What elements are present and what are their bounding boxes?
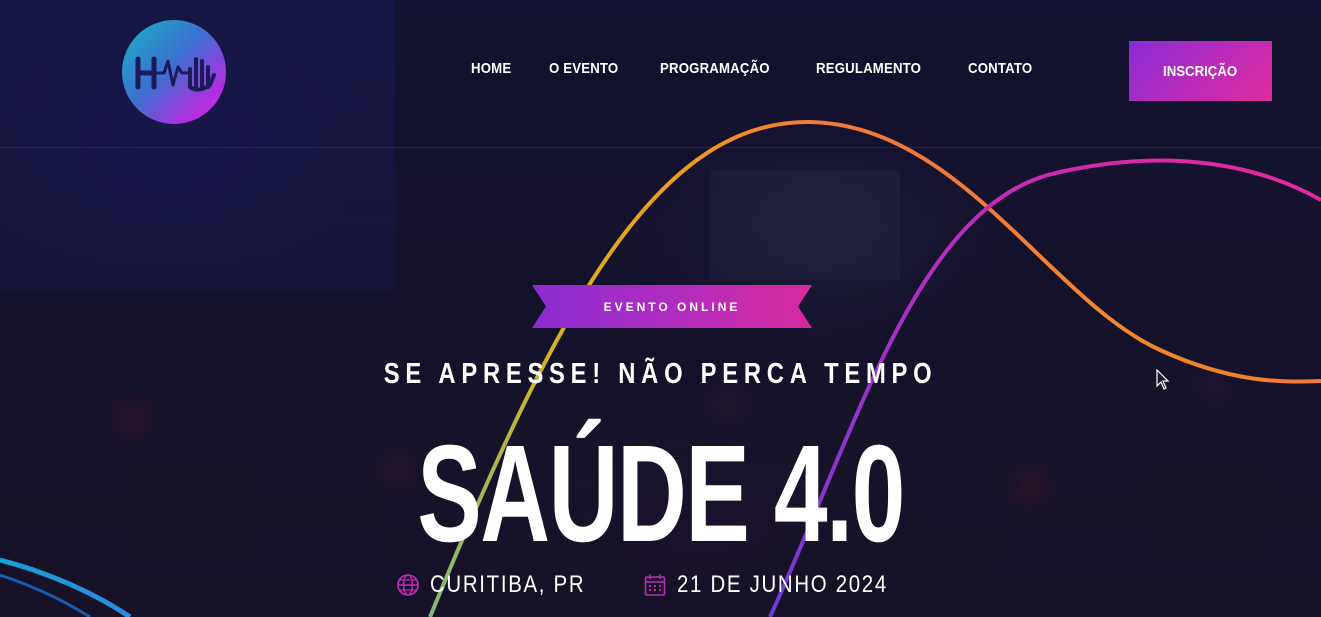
nav-o-evento-link[interactable]: O EVENTO	[549, 60, 618, 77]
hero-subtitle-text: SE APRESSE! NÃO PERCA TEMPO	[383, 358, 938, 390]
nav-regulamento-link[interactable]: REGULAMENTO	[816, 60, 921, 77]
event-badge: EVENTO ONLINE	[532, 285, 812, 328]
event-meta: CURITIBA, PR 21 DE JUNHO 2024	[0, 571, 1321, 599]
heartbeat-hand-logo[interactable]	[122, 20, 226, 124]
mouse-cursor-icon	[1156, 369, 1170, 390]
event-date: 21 DE JUNHO 2024	[643, 571, 925, 599]
event-badge-label: EVENTO ONLINE	[603, 299, 741, 314]
calendar-icon	[644, 574, 666, 596]
main-nav: HOME O EVENTO PROGRAMAÇÃO REGULAMENTO CO…	[471, 60, 1041, 77]
event-location: CURITIBA, PR	[396, 571, 613, 599]
nav-home-link[interactable]: HOME	[471, 60, 511, 77]
event-location-text: CURITIBA, PR	[430, 571, 586, 598]
nav-contato-link[interactable]: CONTATO	[968, 60, 1032, 77]
nav-programacao-link[interactable]: PROGRAMAÇÃO	[660, 60, 770, 77]
site-header: HOME O EVENTO PROGRAMAÇÃO REGULAMENTO CO…	[0, 0, 1321, 148]
hero-subtitle: SE APRESSE! NÃO PERCA TEMPO	[0, 358, 1321, 391]
inscricao-button[interactable]: INSCRIÇÃO	[1129, 41, 1272, 101]
globe-icon	[397, 574, 419, 596]
logo-mark-icon	[135, 56, 216, 92]
hero-title-text: SAÚDE 4.0	[417, 417, 905, 571]
inscricao-button-label: INSCRIÇÃO	[1163, 62, 1238, 80]
hero-title: SAÚDE 4.0	[0, 425, 1321, 563]
event-date-text: 21 DE JUNHO 2024	[676, 571, 888, 598]
